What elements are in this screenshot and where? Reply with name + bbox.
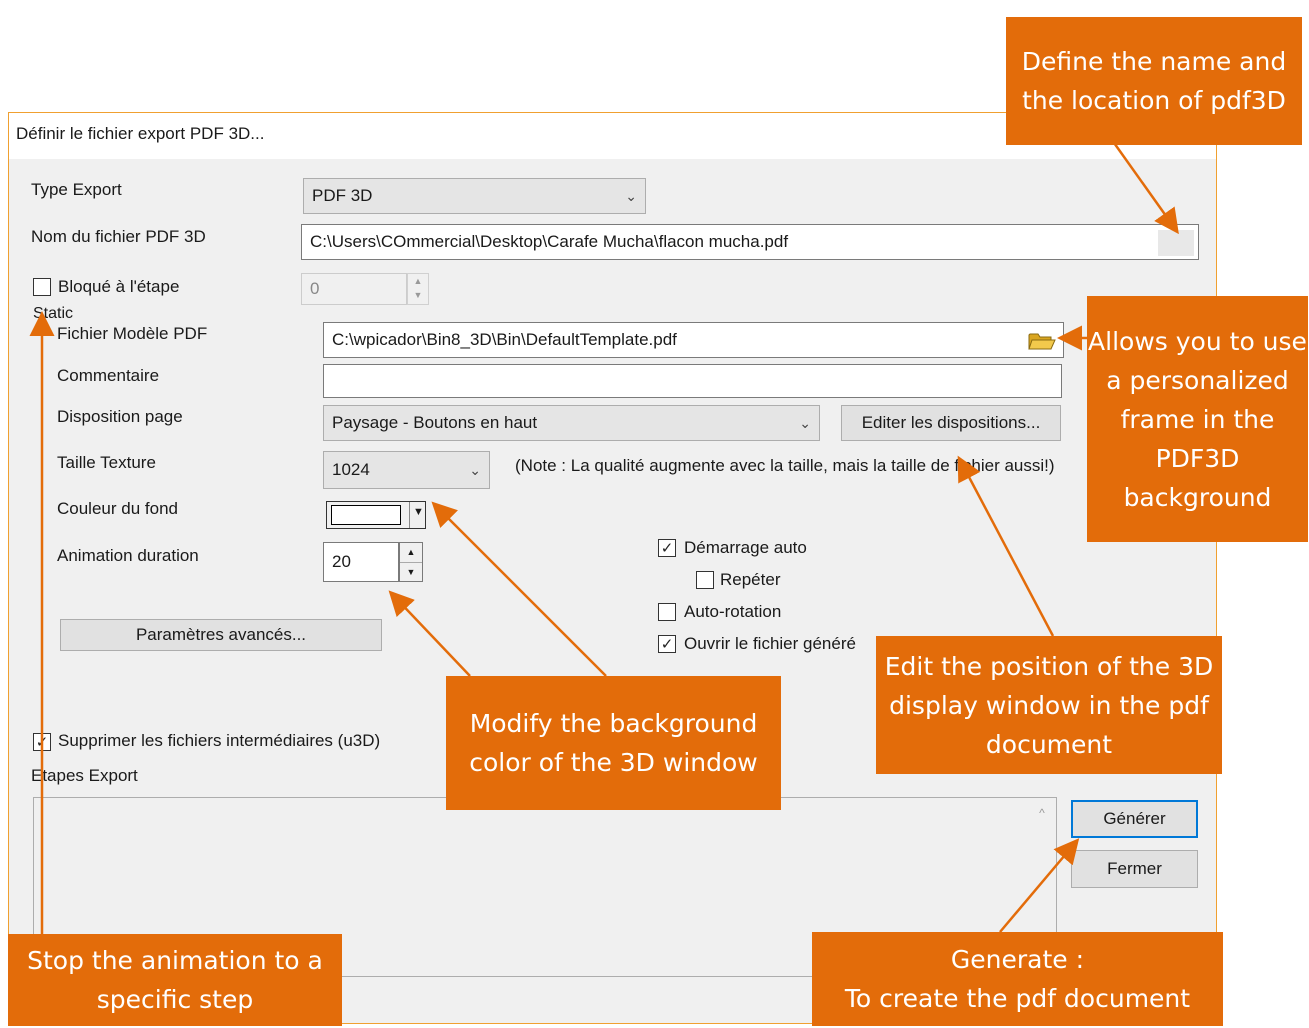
callout-bg-color: Modify the background color of the 3D wi… [446,676,781,810]
arrow-name-location [1110,139,1179,235]
arrow-edit-position [957,455,1055,637]
callout-frame: Allows you to use a personalized frame i… [1087,296,1308,542]
arrow-generate [999,838,1080,933]
arrow-animation [388,590,471,677]
callout-generate: Generate : To create the pdf document [812,932,1223,1026]
callout-stop-animation: Stop the animation to a specific step [8,934,342,1026]
arrow-bg-color [431,501,607,677]
callout-edit-position: Edit the position of the 3D display wind… [876,636,1222,774]
callout-name-location: Define the name and the location of pdf3… [1006,17,1302,145]
